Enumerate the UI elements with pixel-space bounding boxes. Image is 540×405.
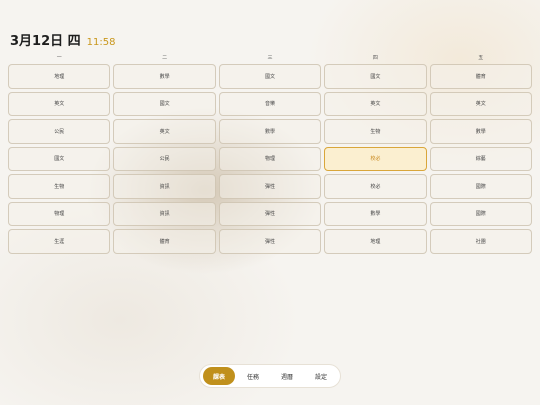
timetable-cell[interactable]: 音樂 (218, 91, 322, 116)
timetable-cell[interactable]: 公民 (8, 119, 111, 144)
timetable-cell[interactable]: 體育 (113, 229, 216, 254)
weekday-header-mon: 一 (56, 55, 62, 61)
weekday-header-thu: 四 (372, 55, 378, 61)
timetable-cell[interactable]: 地理 (8, 64, 111, 89)
timetable-cell[interactable]: 地理 (324, 229, 427, 254)
tab-calendar[interactable]: 週曆 (271, 367, 303, 385)
timetable-grid: 地理 數學 國文 國文 體育 英文 國文 音樂 英文 英文 公民 英文 數學 生物 數學 國文 公民 物理 校必 綜藝… (8, 64, 532, 254)
tab-timetable[interactable]: 課表 (203, 367, 235, 385)
timetable-cell-current[interactable]: 校必 (324, 146, 427, 171)
weekday-header-fri: 五 (478, 55, 484, 61)
timetable-cell[interactable]: 生物 (8, 174, 111, 199)
weekday-header-wed: 三 (267, 55, 273, 61)
timetable-cell[interactable]: 國文 (324, 64, 427, 89)
timetable-cell[interactable]: 社團 (429, 229, 532, 254)
header: 3月12日 四 11:58 (10, 30, 116, 49)
timetable-cell[interactable]: 英文 (429, 91, 532, 116)
date-label: 3月12日 四 (10, 34, 81, 49)
timetable-cell[interactable]: 校必 (324, 174, 427, 199)
timetable-cell[interactable]: 數學 (429, 119, 532, 144)
timetable-cell[interactable]: 國際 (429, 201, 532, 226)
timetable-cell[interactable]: 物理 (8, 201, 111, 226)
bottom-nav: 課表 任務 週曆 設定 (199, 364, 341, 388)
timetable-cell[interactable]: 數學 (324, 201, 427, 226)
timetable-cell[interactable]: 資訊 (113, 201, 216, 226)
timetable-cell[interactable]: 國文 (113, 91, 216, 116)
timetable-cell[interactable]: 物理 (218, 146, 322, 171)
timetable-cell[interactable]: 生涯 (8, 229, 111, 254)
tab-settings[interactable]: 設定 (305, 367, 337, 385)
timetable-cell[interactable]: 數學 (218, 119, 322, 144)
weekday-header-tue: 二 (162, 55, 168, 61)
timetable-cell[interactable]: 彈性 (218, 174, 322, 199)
timetable-cell[interactable]: 綜藝 (429, 146, 532, 171)
timetable-cell[interactable]: 國際 (429, 174, 532, 199)
timetable-cell[interactable]: 彈性 (218, 201, 322, 226)
timetable-cell[interactable]: 數學 (113, 64, 216, 89)
timetable-cell[interactable]: 國文 (8, 146, 111, 171)
timetable-cell[interactable]: 英文 (324, 91, 427, 116)
timetable-cell[interactable]: 彈性 (218, 229, 322, 254)
timetable-cell[interactable]: 體育 (429, 64, 532, 89)
timetable-cell[interactable]: 資訊 (113, 174, 216, 199)
tab-tasks[interactable]: 任務 (237, 367, 269, 385)
timetable-cell[interactable]: 英文 (113, 119, 216, 144)
weekday-header-row: 一 二 三 四 五 (8, 54, 532, 61)
time-label: 11:58 (86, 37, 116, 48)
timetable-cell[interactable]: 公民 (113, 146, 216, 171)
timetable-cell[interactable]: 國文 (218, 64, 322, 89)
timetable-cell[interactable]: 生物 (324, 119, 427, 144)
timetable-cell[interactable]: 英文 (8, 91, 111, 116)
